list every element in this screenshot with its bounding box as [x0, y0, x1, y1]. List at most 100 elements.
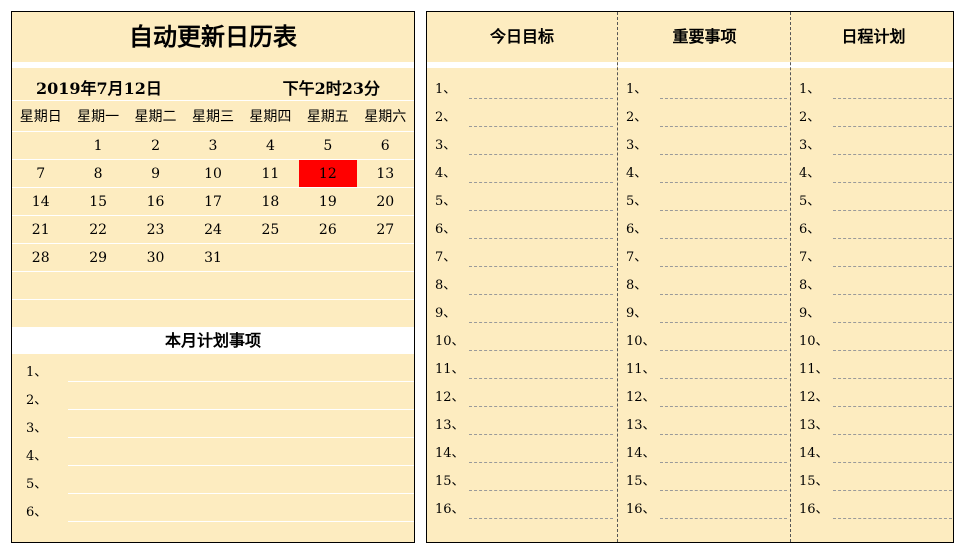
item-number: 5、: [626, 194, 648, 209]
planner-item[interactable]: 5、: [427, 183, 617, 211]
calendar-day[interactable]: 4: [241, 131, 300, 160]
month-plan-item[interactable]: 4、: [12, 438, 414, 466]
calendar-day[interactable]: 23: [126, 215, 185, 244]
planner-item[interactable]: 4、: [618, 155, 791, 183]
item-number: 8、: [626, 278, 648, 293]
calendar-day[interactable]: 18: [241, 187, 300, 216]
item-number: 3、: [435, 138, 457, 153]
calendar-day[interactable]: 19: [299, 187, 357, 216]
planner-item[interactable]: 12、: [618, 379, 791, 407]
planner-item[interactable]: 2、: [427, 99, 617, 127]
planner-item[interactable]: 6、: [791, 211, 953, 239]
planner-item[interactable]: 11、: [791, 351, 953, 379]
planner-item[interactable]: 10、: [791, 323, 953, 351]
calendar-day[interactable]: 31: [184, 243, 242, 272]
planner-item[interactable]: 9、: [427, 295, 617, 323]
planner-item[interactable]: 7、: [427, 239, 617, 267]
planner-item[interactable]: 13、: [791, 407, 953, 435]
calendar-day[interactable]: 8: [69, 159, 127, 188]
calendar-day[interactable]: 6: [356, 131, 414, 160]
item-number: 13、: [435, 418, 465, 433]
calendar-day[interactable]: 20: [356, 187, 414, 216]
planner-item[interactable]: 8、: [791, 267, 953, 295]
planner-item[interactable]: 15、: [427, 463, 617, 491]
planner-item[interactable]: 15、: [618, 463, 791, 491]
calendar-day[interactable]: 30: [126, 243, 185, 272]
calendar-day[interactable]: 29: [69, 243, 127, 272]
month-plan-item[interactable]: 3、: [12, 410, 414, 438]
planner-item[interactable]: 9、: [791, 295, 953, 323]
planner-item[interactable]: 13、: [618, 407, 791, 435]
planner-item[interactable]: 1、: [618, 71, 791, 99]
planner-item[interactable]: 3、: [427, 127, 617, 155]
planner-item[interactable]: 1、: [427, 71, 617, 99]
planner-item[interactable]: 8、: [427, 267, 617, 295]
planner-item[interactable]: 11、: [427, 351, 617, 379]
calendar-day[interactable]: 27: [356, 215, 414, 244]
item-number: 12、: [799, 390, 829, 405]
planner-item[interactable]: 14、: [618, 435, 791, 463]
planner-item[interactable]: 10、: [618, 323, 791, 351]
calendar-day[interactable]: 22: [69, 215, 127, 244]
calendar-day[interactable]: 9: [126, 159, 185, 188]
calendar-day[interactable]: 7: [12, 159, 70, 188]
planner-item[interactable]: 9、: [618, 295, 791, 323]
month-plan-item[interactable]: 2、: [12, 382, 414, 410]
calendar-day[interactable]: 11: [241, 159, 300, 188]
planner-item[interactable]: 8、: [618, 267, 791, 295]
planner-item[interactable]: 2、: [791, 99, 953, 127]
calendar-day[interactable]: 1: [69, 131, 127, 160]
month-plan-item[interactable]: 1、: [12, 354, 414, 382]
planner-item[interactable]: 3、: [618, 127, 791, 155]
planner-item[interactable]: 2、: [618, 99, 791, 127]
planner-item[interactable]: 4、: [427, 155, 617, 183]
calendar-planner-sheet: 自动更新日历表 2019年7月12日 下午2时23分 星期日 星期一 星期二 星期三星…: [0, 0, 966, 556]
planner-item[interactable]: 6、: [618, 211, 791, 239]
planner-item[interactable]: 16、: [791, 491, 953, 519]
item-number: 11、: [435, 362, 465, 377]
item-number: 11、: [799, 362, 829, 377]
month-plan-item[interactable]: 5、: [12, 466, 414, 494]
month-plan-item[interactable]: 6、: [12, 494, 414, 522]
calendar-day-today[interactable]: 12: [299, 159, 357, 188]
calendar-day[interactable]: 10: [184, 159, 242, 188]
calendar-day[interactable]: 14: [12, 187, 70, 216]
calendar-day[interactable]: 3: [184, 131, 242, 160]
planner-item[interactable]: 10、: [427, 323, 617, 351]
calendar-week-row: [12, 299, 414, 328]
planner-item[interactable]: 12、: [427, 379, 617, 407]
calendar-day[interactable]: 26: [299, 215, 357, 244]
calendar-day[interactable]: 2: [126, 131, 185, 160]
planner-item[interactable]: 14、: [427, 435, 617, 463]
calendar-day[interactable]: 15: [69, 187, 127, 216]
calendar-day[interactable]: 5: [299, 131, 357, 160]
planner-item[interactable]: 15、: [791, 463, 953, 491]
calendar-day[interactable]: 21: [12, 215, 70, 244]
planner-item[interactable]: 16、: [618, 491, 791, 519]
planner-item[interactable]: 14、: [791, 435, 953, 463]
planner-item[interactable]: 16、: [427, 491, 617, 519]
planner-item[interactable]: 3、: [791, 127, 953, 155]
calendar-day[interactable]: 28: [12, 243, 70, 272]
planner-item[interactable]: 5、: [618, 183, 791, 211]
calendar-day-empty: [12, 131, 70, 160]
planner-item[interactable]: 5、: [791, 183, 953, 211]
item-rule-line: [469, 518, 613, 519]
calendar-day-empty: [356, 243, 414, 272]
calendar-day[interactable]: 25: [241, 215, 300, 244]
calendar-day[interactable]: 17: [184, 187, 242, 216]
planner-item[interactable]: 1、: [791, 71, 953, 99]
planner-item[interactable]: 7、: [791, 239, 953, 267]
planner-item[interactable]: 11、: [618, 351, 791, 379]
calendar-day-empty: [356, 271, 414, 300]
calendar-day[interactable]: 13: [356, 159, 414, 188]
planner-item[interactable]: 12、: [791, 379, 953, 407]
calendar-day[interactable]: 16: [126, 187, 185, 216]
planner-item[interactable]: 7、: [618, 239, 791, 267]
item-number: 6、: [26, 505, 48, 520]
planner-item[interactable]: 13、: [427, 407, 617, 435]
planner-item[interactable]: 4、: [791, 155, 953, 183]
planner-item[interactable]: 6、: [427, 211, 617, 239]
current-date: 2019年7月12日: [36, 79, 162, 98]
calendar-day[interactable]: 24: [184, 215, 242, 244]
